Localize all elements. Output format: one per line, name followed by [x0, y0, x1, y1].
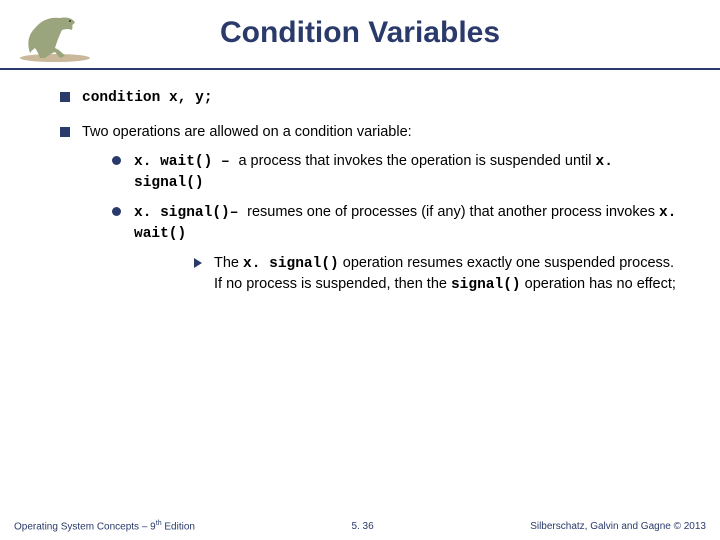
footer-center: 5. 36: [195, 521, 530, 532]
footer-right: Silberschatz, Galvin and Gagne © 2013: [530, 521, 706, 532]
code-text: x. signal(): [243, 256, 339, 272]
slide-title: Condition Variables: [0, 0, 720, 50]
body-text: Two operations are allowed on a conditio…: [82, 124, 412, 140]
code-text: x. wait(): [134, 154, 212, 170]
dash: –: [212, 154, 238, 170]
bullet-level3: The x. signal() operation resumes exactl…: [194, 254, 680, 295]
body-text: operation has no effect;: [521, 276, 676, 292]
bullet-level2: x. signal()– resumes one of processes (i…: [112, 203, 680, 295]
footer-text: Edition: [162, 521, 195, 532]
dash: –: [230, 205, 247, 221]
code-text: signal(): [451, 277, 521, 293]
code-text: x. signal(): [134, 205, 230, 221]
slide-footer: Operating System Concepts – 9th Edition …: [0, 520, 720, 532]
slide-content: condition x, y; Two operations are allow…: [0, 70, 720, 296]
bullet-level1: condition x, y;: [60, 88, 680, 109]
code-text: condition x, y;: [82, 90, 213, 106]
bullet-level1: Two operations are allowed on a conditio…: [60, 123, 680, 296]
slide-header: Condition Variables: [0, 0, 720, 70]
body-text: The: [214, 255, 243, 271]
dinosaur-logo: [10, 8, 100, 63]
bullet-level2: x. wait() – a process that invokes the o…: [112, 152, 680, 193]
body-text: a process that invokes the operation is …: [238, 153, 595, 169]
footer-text: Operating System Concepts – 9: [14, 521, 156, 532]
footer-left: Operating System Concepts – 9th Edition: [14, 520, 195, 532]
body-text: resumes one of processes (if any) that a…: [247, 204, 659, 220]
